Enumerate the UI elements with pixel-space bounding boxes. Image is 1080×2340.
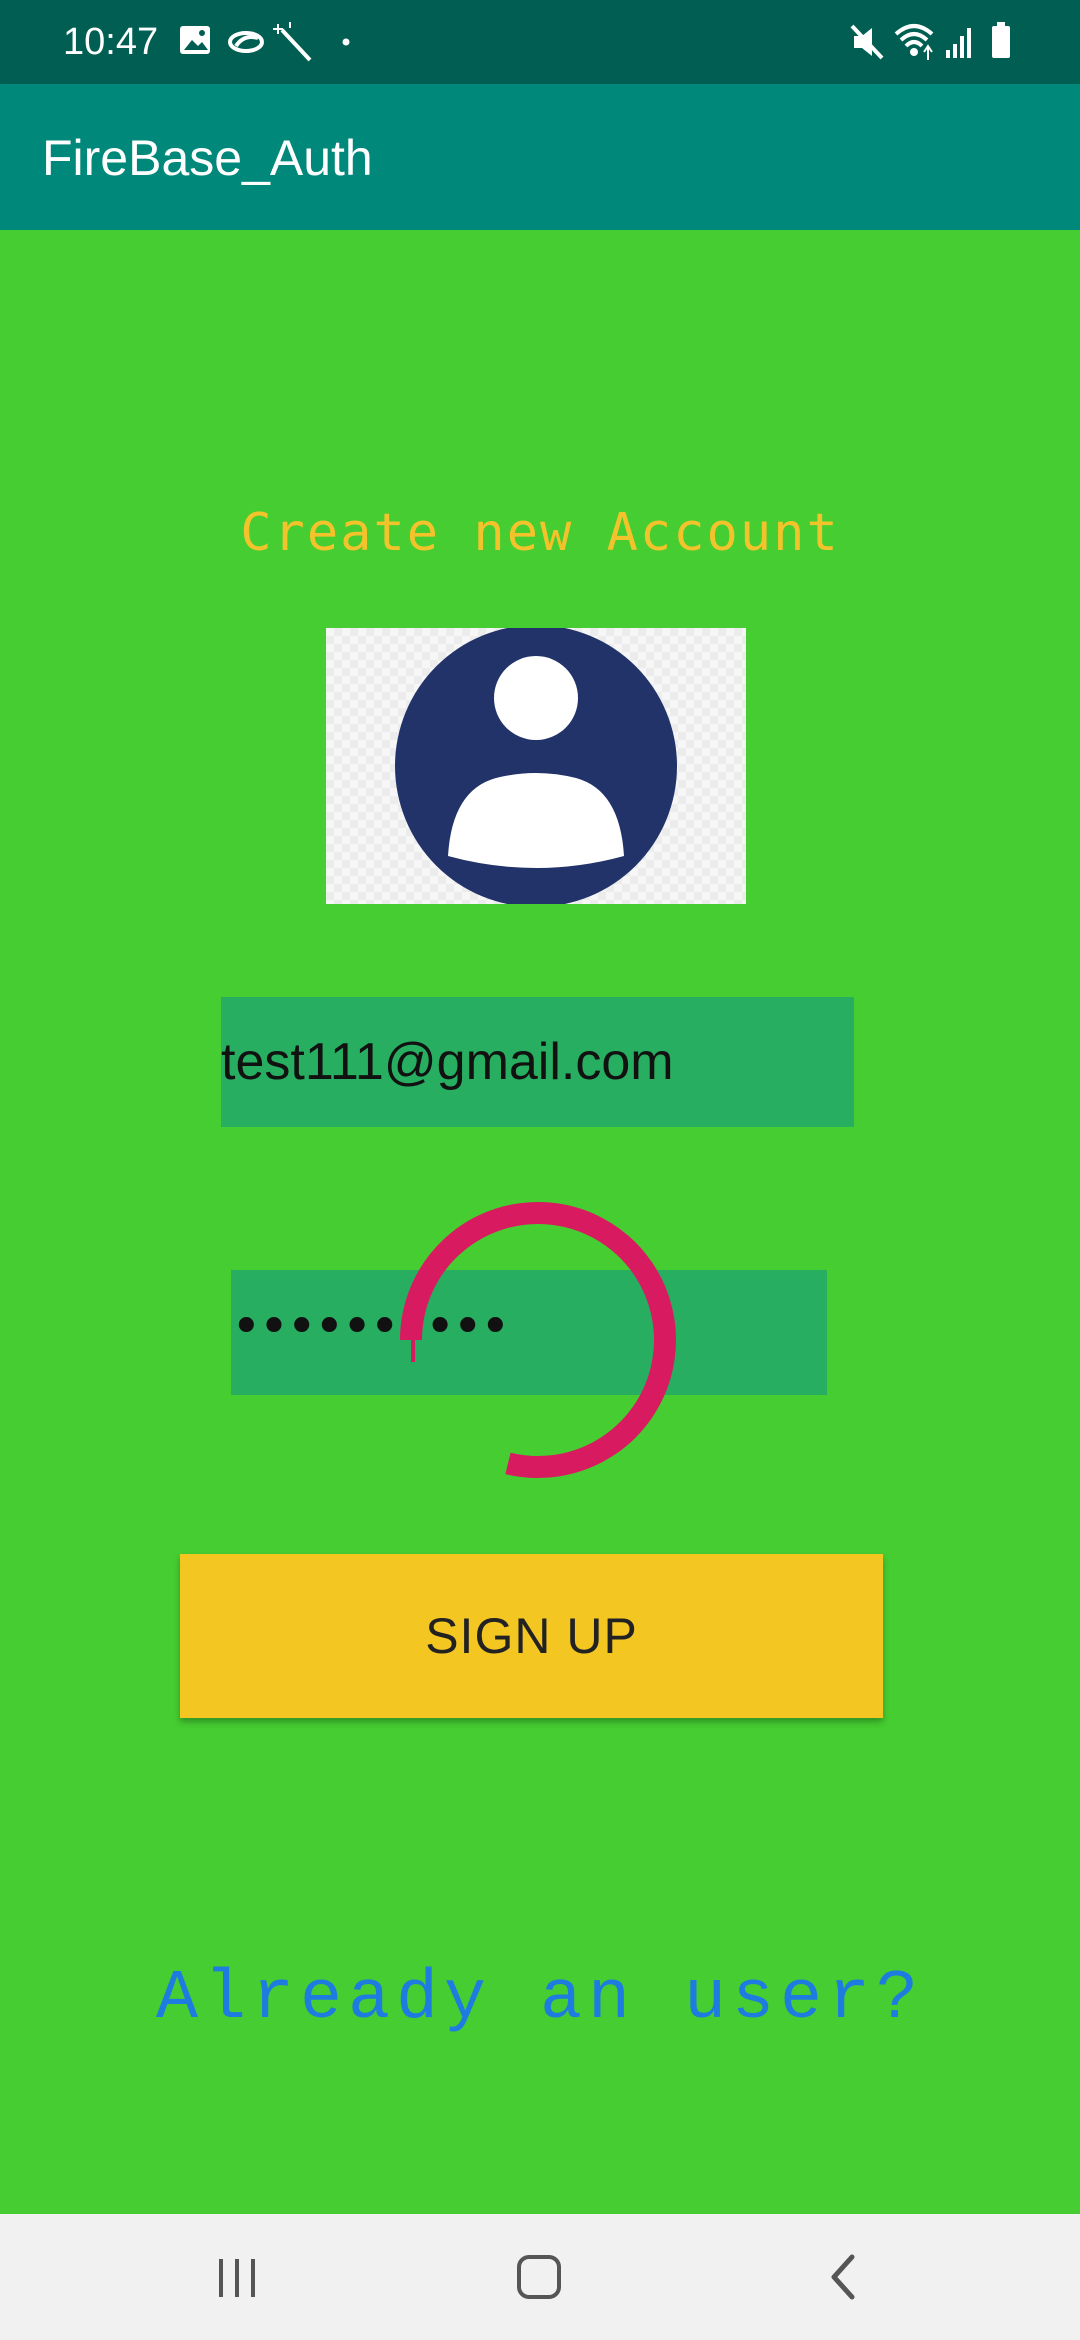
app-title: FireBase_Auth — [42, 130, 373, 186]
page-heading: Create new Account — [240, 503, 840, 563]
status-bar: 10:47 — [0, 0, 1080, 84]
navigation-bar — [0, 2214, 1080, 2340]
battery-icon — [992, 22, 1010, 58]
wifi-icon — [894, 24, 934, 60]
home-icon — [517, 2255, 561, 2299]
recent-apps-button[interactable] — [192, 2232, 282, 2322]
status-right-icons — [850, 22, 1010, 60]
email-value: test111@gmail.com — [221, 1033, 674, 1091]
email-field[interactable]: test111@gmail.com — [221, 997, 854, 1127]
home-button[interactable] — [494, 2232, 584, 2322]
avatar-image[interactable] — [326, 628, 746, 904]
loading-spinner — [400, 1202, 676, 1478]
image-icon — [180, 26, 210, 54]
signup-form: Create new Account test111@gmail.com •••… — [0, 230, 1080, 2214]
mute-icon — [850, 24, 884, 60]
user-placeholder-icon — [395, 628, 677, 904]
back-button[interactable] — [798, 2232, 888, 2322]
dot-icon — [342, 38, 350, 46]
status-left-icons — [180, 22, 350, 62]
back-icon — [831, 2254, 855, 2300]
recent-apps-icon — [219, 2259, 255, 2297]
swirl-icon — [228, 31, 264, 53]
sign-up-button[interactable]: SIGN UP — [180, 1554, 883, 1718]
app-bar: FireBase_Auth — [0, 84, 1080, 230]
magic-wand-icon — [273, 22, 312, 62]
status-time: 10:47 — [63, 21, 159, 63]
already-user-link[interactable]: Already an user? — [0, 1960, 1080, 2040]
signal-icon — [946, 28, 971, 58]
